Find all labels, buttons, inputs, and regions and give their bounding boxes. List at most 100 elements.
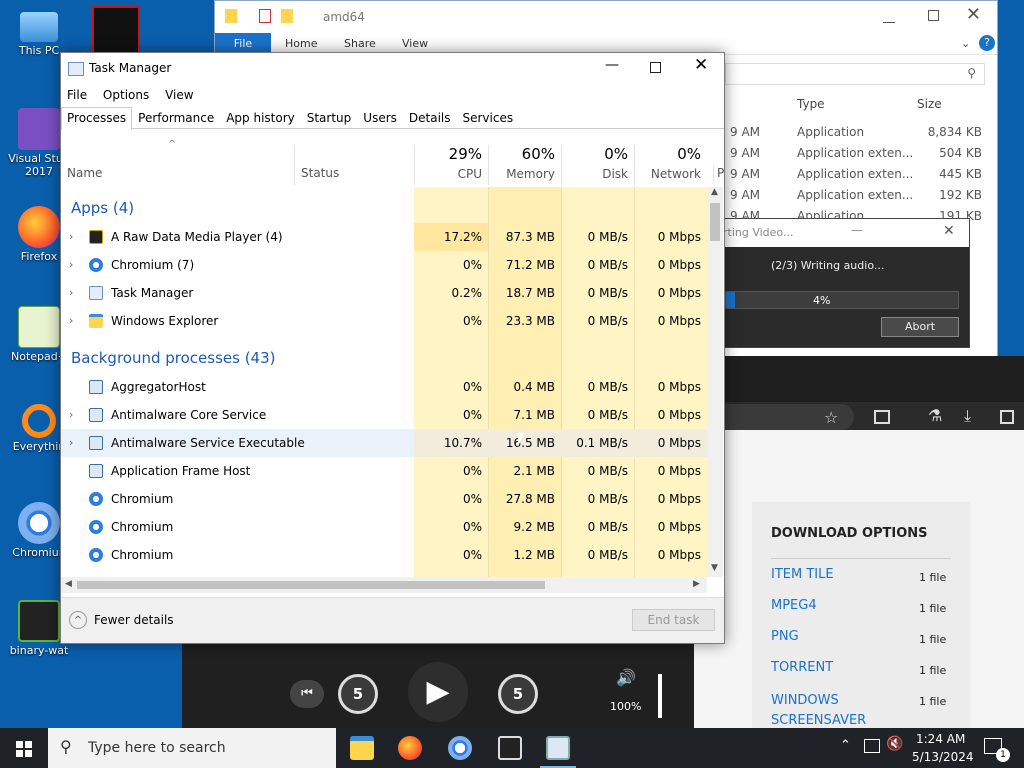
extensions-icon[interactable] (874, 410, 890, 424)
tab-startup[interactable]: Startup (301, 107, 358, 129)
process-row[interactable]: Chromium 0% 1.2 MB 0 MB/s 0 Mbps (61, 541, 707, 569)
list-item[interactable]: 9 AM Application exten... 504 KB (730, 146, 990, 166)
firefox-taskbar-icon[interactable] (398, 736, 422, 760)
media-player-taskbar-icon[interactable] (498, 736, 522, 760)
tab-details[interactable]: Details (403, 107, 457, 129)
tab-performance[interactable]: Performance (132, 107, 220, 129)
chevron-down-icon[interactable]: ⌄ (961, 37, 970, 50)
volume-slider[interactable] (658, 674, 662, 718)
expand-chevron-icon[interactable]: › (69, 307, 73, 335)
process-row[interactable]: Chromium 0% 9.2 MB 0 MB/s 0 Mbps (61, 513, 707, 541)
tab-users[interactable]: Users (357, 107, 403, 129)
download-icon[interactable]: ⤓ (964, 406, 971, 426)
scroll-thumb[interactable] (710, 203, 720, 241)
expand-chevron-icon[interactable]: › (69, 223, 73, 251)
help-icon[interactable]: ? (979, 35, 995, 51)
minimize-icon[interactable]: — (851, 223, 863, 237)
menu-view[interactable]: View (159, 85, 199, 105)
group-header-background[interactable]: Background processes (43) (71, 349, 276, 367)
scroll-right-icon[interactable]: ▶ (693, 579, 700, 589)
task-manager-taskbar-icon[interactable] (546, 736, 570, 760)
memory-value: 87.3 MB (505, 230, 555, 244)
maximize-icon[interactable] (650, 62, 661, 73)
task-manager-window[interactable]: Task Manager — ✕ File Options View Proce… (60, 52, 725, 644)
chromium-taskbar-icon[interactable] (448, 736, 472, 760)
horizontal-scrollbar[interactable]: ◀ ▶ (61, 577, 707, 593)
column-header-memory[interactable]: 60% Memory (488, 145, 561, 185)
scroll-left-icon[interactable]: ◀ (65, 579, 72, 589)
list-item[interactable]: 9 AM Application exten... 445 KB (730, 167, 990, 187)
column-header-network[interactable]: 0% Network (634, 145, 707, 185)
end-task-button[interactable]: End task (632, 609, 715, 631)
properties-icon[interactable] (259, 9, 271, 23)
flask-icon[interactable]: ⚗ (928, 406, 942, 425)
desktop-icon-this-pc[interactable]: This PC (0, 8, 78, 57)
play-button[interactable]: ▶ (408, 662, 468, 722)
rewind-button[interactable]: 5 (338, 674, 378, 714)
search-box[interactable]: ⚲ Type here to search (48, 728, 336, 768)
process-row-selected[interactable]: › Antimalware Service Executable 10.7% 1… (61, 429, 707, 457)
chevron-up-icon[interactable]: ⌃ (840, 738, 851, 753)
tab-app-history[interactable]: App history (220, 107, 301, 129)
column-header-type[interactable]: Type (797, 97, 825, 111)
expand-chevron-icon[interactable]: › (69, 401, 73, 429)
tab-services[interactable]: Services (457, 107, 520, 129)
process-row[interactable]: Application Frame Host 0% 2.1 MB 0 MB/s … (61, 457, 707, 485)
start-button[interactable] (0, 728, 48, 768)
new-folder-icon[interactable] (281, 9, 293, 23)
file-explorer-taskbar-icon[interactable] (350, 736, 374, 760)
process-row[interactable]: AggregatorHost 0% 0.4 MB 0 MB/s 0 Mbps (61, 373, 707, 401)
media-player-desktop-logo[interactable] (92, 6, 140, 54)
forward-button[interactable]: 5 (498, 674, 538, 714)
process-row[interactable]: › A Raw Data Media Player (4) 17.2% 87.3… (61, 223, 707, 251)
menu-options[interactable]: Options (97, 85, 155, 105)
network-icon[interactable] (864, 739, 880, 753)
explorer-search-box[interactable]: ⚲ (725, 63, 985, 85)
download-item-windows-screensaver[interactable]: WINDOWS SCREENSAVER (771, 691, 891, 731)
close-icon[interactable]: ✕ (943, 223, 955, 239)
column-header-disk[interactable]: 0% Disk (561, 145, 634, 185)
expand-chevron-icon[interactable]: › (69, 279, 73, 307)
expand-chevron-icon[interactable]: › (69, 251, 73, 279)
volume-icon[interactable]: 🔊 (616, 668, 636, 687)
memory-value: 23.3 MB (505, 314, 555, 328)
scroll-up-icon[interactable]: ▲ (711, 187, 718, 197)
menu-file[interactable]: File (61, 85, 93, 105)
minimize-icon[interactable]: — (605, 57, 619, 73)
expand-chevron-icon[interactable]: › (69, 429, 73, 457)
process-row[interactable]: › Chromium (7) 0% 71.2 MB 0 MB/s 0 Mbps (61, 251, 707, 279)
group-header-apps[interactable]: Apps (4) (71, 199, 134, 217)
column-header-name[interactable]: Name (67, 166, 102, 180)
progress-dialog[interactable]: rting Video... — ✕ (2/3) Writing audio..… (712, 218, 970, 348)
volume-muted-icon[interactable]: 🔇 (886, 736, 903, 752)
ribbon-tab-view[interactable]: View (402, 37, 428, 50)
sidebar-icon[interactable] (1000, 410, 1014, 424)
fewer-details-link[interactable]: Fewer details (94, 613, 174, 627)
column-header-cpu[interactable]: 29% CPU (414, 145, 488, 185)
close-icon[interactable]: ✕ (694, 55, 708, 75)
scroll-down-icon[interactable]: ▼ (711, 563, 718, 573)
process-row[interactable]: › Antimalware Core Service 0% 7.1 MB 0 M… (61, 401, 707, 429)
fewer-details-icon[interactable]: ^ (69, 611, 87, 629)
process-row[interactable]: Chromium 0% 27.8 MB 0 MB/s 0 Mbps (61, 485, 707, 513)
scroll-thumb[interactable] (77, 581, 545, 589)
clock-date[interactable]: 5/13/2024 (912, 750, 974, 764)
clock-time[interactable]: 1:24 AM (916, 732, 965, 746)
process-row[interactable]: › Task Manager 0.2% 18.7 MB 0 MB/s 0 Mbp… (61, 279, 707, 307)
close-icon[interactable]: ✕ (966, 4, 981, 25)
abort-button[interactable]: Abort (881, 317, 959, 337)
column-header-size[interactable]: Size (917, 97, 942, 111)
tab-processes[interactable]: Processes (61, 107, 133, 130)
list-item[interactable]: 9 AM Application 8,834 KB (730, 125, 990, 145)
list-item[interactable]: 9 AM Application exten... 192 KB (730, 188, 990, 208)
column-header-status[interactable]: Status (301, 166, 339, 180)
skip-back-button[interactable]: ⏮ (290, 680, 324, 708)
minimize-icon[interactable] (883, 9, 895, 23)
bookmark-star-icon[interactable]: ☆ (824, 408, 838, 427)
column-header-power[interactable]: P (713, 166, 724, 180)
vertical-scrollbar[interactable]: ▲ ▼ (707, 187, 723, 577)
maximize-icon[interactable] (928, 10, 939, 21)
process-row[interactable]: › Windows Explorer 0% 23.3 MB 0 MB/s 0 M… (61, 307, 707, 335)
ribbon-tab-home[interactable]: Home (285, 37, 317, 50)
ribbon-tab-share[interactable]: Share (344, 37, 376, 50)
